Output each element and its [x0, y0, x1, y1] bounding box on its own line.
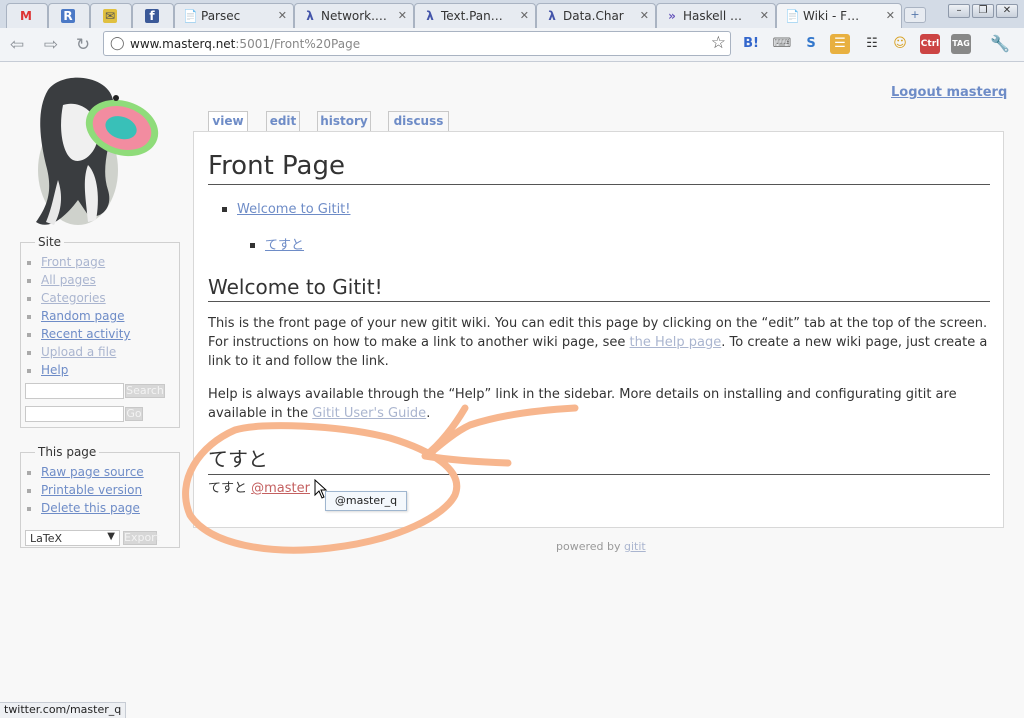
tab-title: Network.…	[321, 9, 387, 23]
ext-icon: ✉	[103, 9, 117, 23]
tab-wiki[interactable]: 📄 Wiki - F… ✕	[776, 3, 902, 29]
dog-logo-image[interactable]	[18, 70, 163, 228]
tab-data-char[interactable]: λ Data.Char ✕	[536, 3, 656, 28]
help-paragraph: Help is always available through the “He…	[208, 387, 957, 421]
tab-discuss[interactable]: discuss	[388, 111, 449, 131]
tab-title: Wiki - F…	[803, 9, 860, 23]
bookmark-star-icon[interactable]: ☆	[711, 33, 726, 53]
gmail-icon: M	[20, 9, 32, 23]
extension-icon[interactable]: ☰	[830, 34, 850, 54]
mouse-cursor-icon	[314, 479, 328, 499]
tab-title: Parsec	[201, 9, 241, 23]
status-bar: twitter.com/master_q	[0, 702, 127, 718]
tab-gmail[interactable]: M	[6, 3, 48, 28]
export-format-select[interactable]: LaTeX ▼	[25, 530, 120, 546]
intro-paragraph: This is the front page of your new gitit…	[208, 316, 988, 369]
user-guide-link[interactable]: Gitit User's Guide	[312, 406, 426, 421]
content-area: Front Page Welcome to Gitit! てすと Welcome…	[193, 131, 1004, 528]
forward-button[interactable]: ⇨	[40, 34, 62, 56]
close-icon[interactable]: ✕	[760, 9, 769, 22]
sidebar-item-recent-activity[interactable]: Recent activity	[41, 327, 131, 345]
new-tab-button[interactable]: +	[904, 7, 926, 23]
tab-facebook[interactable]: f	[132, 3, 174, 28]
tab-title: Text.Pan…	[441, 9, 503, 23]
dropdown-arrow-icon: ▼	[107, 531, 115, 542]
close-icon[interactable]: ✕	[520, 9, 529, 22]
powered-by: powered by gitit	[556, 540, 646, 553]
facebook-icon: f	[145, 9, 159, 23]
url-path: :5001/Front%20Page	[235, 37, 361, 51]
heading-welcome: Welcome to Gitit!	[208, 275, 990, 302]
tab-parsec[interactable]: 📄 Parsec ✕	[174, 3, 294, 28]
tab-ext[interactable]: ✉	[90, 3, 132, 28]
site-legend: Site	[35, 235, 65, 249]
tab-history[interactable]: history	[317, 111, 371, 131]
this-page-legend: This page	[35, 445, 100, 459]
raw-page-source-link[interactable]: Raw page source	[41, 465, 144, 483]
this-page-panel: This page Raw page source Printable vers…	[20, 445, 180, 548]
globe-icon: ◯	[110, 36, 125, 51]
tab-title: Data.Char	[563, 9, 624, 23]
hatena-bookmark-icon[interactable]: B!	[741, 34, 761, 54]
reload-button[interactable]: ↻	[72, 34, 94, 56]
url-host: www.masterq.net	[130, 37, 236, 51]
haskell-icon: »	[668, 9, 676, 23]
tab-network[interactable]: λ Network.… ✕	[294, 3, 414, 28]
tab-haskell[interactable]: » Haskell … ✕	[656, 3, 776, 28]
sidebar-item-upload-file[interactable]: Upload a file	[41, 345, 131, 363]
extension-icon[interactable]: ☷	[862, 34, 882, 54]
tab-edit[interactable]: edit	[266, 111, 300, 131]
tab-text-pandoc[interactable]: λ Text.Pan… ✕	[414, 3, 536, 28]
extension-icon[interactable]: ☺	[890, 34, 910, 54]
page-title: Front Page	[208, 151, 990, 185]
minimize-button[interactable]: –	[948, 4, 970, 18]
tag-icon[interactable]: TAG	[951, 34, 971, 54]
search-button[interactable]: Search	[125, 384, 165, 398]
help-page-link[interactable]: the Help page	[630, 335, 722, 350]
extension-icon[interactable]: S	[801, 34, 821, 54]
maximize-button[interactable]: ❐	[972, 4, 994, 18]
tab-view[interactable]: view	[208, 111, 248, 131]
close-icon[interactable]: ✕	[886, 9, 895, 22]
link-tooltip: @master_q	[325, 491, 407, 511]
close-icon[interactable]: ✕	[278, 9, 287, 22]
tab-title: Haskell …	[683, 9, 743, 23]
export-format-value: LaTeX	[30, 532, 63, 545]
logout-link[interactable]: Logout masterq	[891, 85, 1007, 100]
wrench-icon[interactable]: 🔧	[990, 34, 1010, 54]
export-button[interactable]: Export	[123, 531, 160, 545]
extension-icon[interactable]: Ctrl	[920, 34, 940, 54]
lambda-icon: λ	[426, 9, 434, 23]
tab-strip: M R ✉ f 📄 Parsec ✕ λ Network.… ✕ λ Text.…	[0, 0, 1024, 29]
page: Logout masterq Site Front page All pages…	[0, 62, 1024, 718]
toc-subitem[interactable]: てすと	[250, 234, 304, 253]
close-icon[interactable]: ✕	[640, 9, 649, 22]
sidebar-item-help[interactable]: Help	[41, 363, 131, 381]
delete-page-link[interactable]: Delete this page	[41, 501, 144, 519]
page-icon: 📄	[183, 9, 198, 23]
search-input[interactable]	[25, 383, 124, 399]
tab-r[interactable]: R	[48, 3, 90, 28]
sidebar-item-all-pages[interactable]: All pages	[41, 273, 131, 291]
lambda-icon: λ	[306, 9, 314, 23]
heading-tesuto: てすと	[208, 443, 990, 475]
site-panel: Site Front page All pages Categories Ran…	[20, 235, 180, 428]
close-window-button[interactable]: ✕	[996, 4, 1018, 18]
r-icon: R	[61, 9, 75, 23]
sidebar-item-random-page[interactable]: Random page	[41, 309, 131, 327]
close-icon[interactable]: ✕	[398, 9, 407, 22]
printable-version-link[interactable]: Printable version	[41, 483, 144, 501]
gitit-link[interactable]: gitit	[624, 540, 646, 553]
address-bar[interactable]: ◯ www.masterq.net:5001/Front%20Page ☆	[103, 31, 731, 56]
sidebar-item-categories[interactable]: Categories	[41, 291, 131, 309]
back-button[interactable]: ⇦	[6, 34, 28, 56]
lambda-icon: λ	[548, 9, 556, 23]
toc-item[interactable]: Welcome to Gitit!	[222, 202, 350, 217]
page-icon: 📄	[785, 9, 800, 23]
twitter-mention-link[interactable]: @master	[251, 481, 310, 496]
go-input[interactable]	[25, 406, 124, 422]
extension-icon[interactable]: ⌨	[772, 34, 792, 54]
sidebar-item-front-page[interactable]: Front page	[41, 255, 131, 273]
go-button[interactable]: Go	[125, 407, 143, 421]
